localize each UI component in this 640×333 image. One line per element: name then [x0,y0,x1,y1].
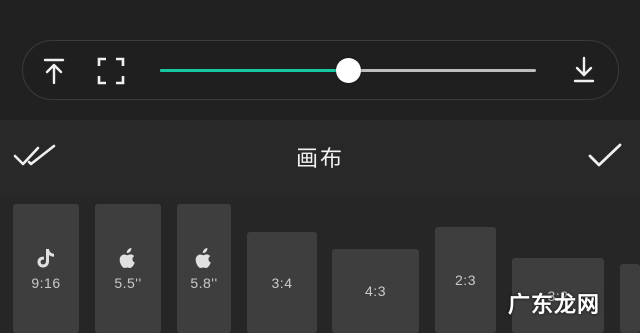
ratio-label: 9:16 [31,274,61,291]
tiktok-icon [37,247,55,269]
ratio-option-9-16[interactable]: 9:16 [13,204,79,333]
ratio-label: 5.5'' [114,274,142,291]
ratio-option-3-4[interactable]: 3:4 [247,232,317,333]
apple-icon [118,247,138,269]
ratio-label: 3:4 [271,274,293,291]
fullscreen-icon[interactable] [95,55,127,87]
ratio-option-4-3[interactable]: 4:3 [332,249,419,333]
progress-fill [160,69,348,72]
upload-to-top-icon[interactable] [40,56,68,86]
ratio-option-5-8[interactable]: 5.8'' [177,204,231,333]
progress-thumb[interactable] [335,58,361,83]
watermark: 广东龙网 [508,292,601,317]
page-title: 画布 [295,146,344,171]
ratio-label: 4:3 [365,283,386,299]
ratio-label: 5.8'' [190,274,218,291]
download-icon[interactable] [570,55,598,85]
ratio-option-2-3[interactable]: 2:3 [435,227,496,333]
ratio-option-5-5[interactable]: 5.5'' [95,204,161,333]
ratio-option-more[interactable] [620,264,640,333]
check-icon[interactable] [586,140,624,172]
apple-icon [194,247,214,269]
ratio-label: 2:3 [455,272,476,288]
